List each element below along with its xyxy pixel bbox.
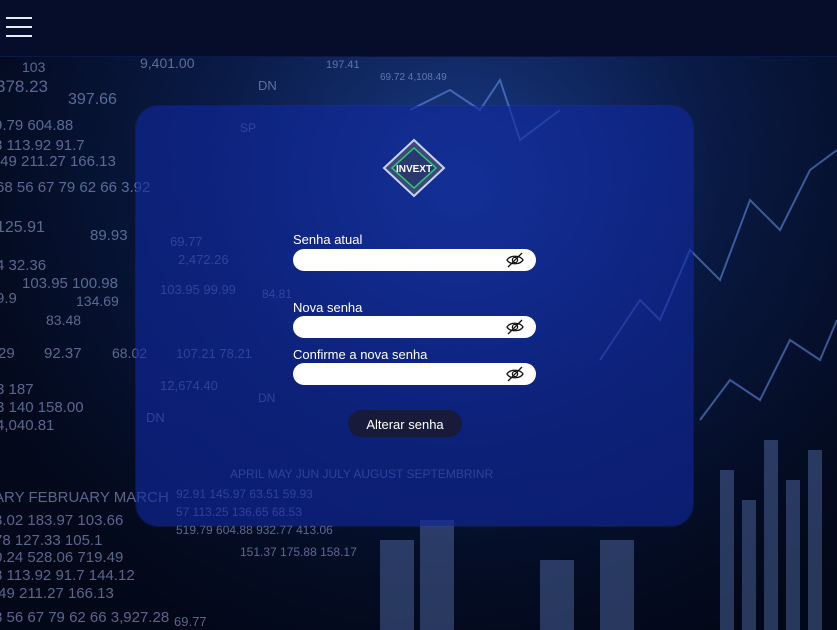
confirm-password-input[interactable] [303, 363, 503, 385]
svg-text:89.93: 89.93 [90, 227, 128, 244]
invext-logo: INVEXT [382, 138, 446, 198]
new-password-input[interactable] [303, 316, 503, 338]
svg-text:69.72 4,108.49: 69.72 4,108.49 [380, 72, 447, 83]
svg-text:78 127.33 105.1: 78 127.33 105.1 [0, 532, 102, 549]
svg-text:.49 211.27 166.13: .49 211.27 166.13 [0, 585, 114, 602]
svg-text:378.23: 378.23 [0, 77, 48, 96]
svg-text:3 140 158.00: 3 140 158.00 [0, 399, 84, 416]
new-password-label: Nova senha [293, 300, 363, 315]
svg-text:8 113.92 91.7 144.12: 8 113.92 91.7 144.12 [0, 567, 135, 584]
svg-text:.49 211.27 166.13: .49 211.27 166.13 [0, 153, 116, 170]
svg-text:69.77: 69.77 [174, 614, 207, 629]
svg-text:125.91: 125.91 [0, 219, 45, 236]
svg-text:103.95 100.98: 103.95 100.98 [22, 275, 118, 292]
logo-text: INVEXT [396, 164, 432, 175]
svg-text:8 113.92 91.7: 8 113.92 91.7 [0, 137, 85, 154]
svg-text:4 32.36: 4 32.36 [0, 257, 46, 274]
current-password-field[interactable] [293, 249, 536, 271]
svg-text:4,040.81: 4,040.81 [0, 417, 54, 434]
svg-text:DN: DN [258, 78, 277, 93]
svg-text:3 187: 3 187 [0, 381, 34, 398]
svg-text:151.37 175.88 158.17: 151.37 175.88 158.17 [240, 545, 357, 559]
svg-text:8 56 67 79 62 66 3,927.28: 8 56 67 79 62 66 3,927.28 [0, 609, 169, 626]
svg-text:134.69: 134.69 [76, 293, 119, 309]
svg-text:103: 103 [22, 59, 46, 75]
current-password-input[interactable] [303, 249, 503, 271]
eye-off-icon[interactable] [506, 319, 524, 335]
top-navigation-bar [0, 0, 837, 57]
confirm-password-label: Confirme a nova senha [293, 347, 428, 362]
svg-text:9.9: 9.9 [0, 290, 17, 307]
svg-text:9,401.00: 9,401.00 [140, 55, 195, 71]
hamburger-menu-icon[interactable] [6, 16, 32, 38]
confirm-password-field[interactable] [293, 363, 536, 385]
new-password-field[interactable] [293, 316, 536, 338]
eye-off-icon[interactable] [506, 252, 524, 268]
svg-text:92.37: 92.37 [44, 345, 82, 362]
change-password-button[interactable]: Alterar senha [348, 410, 462, 437]
current-password-label: Senha atual [293, 232, 363, 247]
eye-off-icon[interactable] [506, 366, 524, 382]
svg-text:0.24 528.06 719.49: 0.24 528.06 719.49 [0, 549, 123, 566]
svg-text:9.79 604.88: 9.79 604.88 [0, 117, 73, 134]
svg-text:29: 29 [0, 345, 15, 362]
svg-text:68 56 67 79 62 66 3.92: 68 56 67 79 62 66 3.92 [0, 179, 150, 196]
svg-text:397.66: 397.66 [68, 91, 117, 108]
svg-text:197.41: 197.41 [326, 59, 360, 71]
svg-text:3.02 183.97 103.66: 3.02 183.97 103.66 [0, 512, 123, 529]
svg-text:83.48: 83.48 [46, 312, 81, 328]
